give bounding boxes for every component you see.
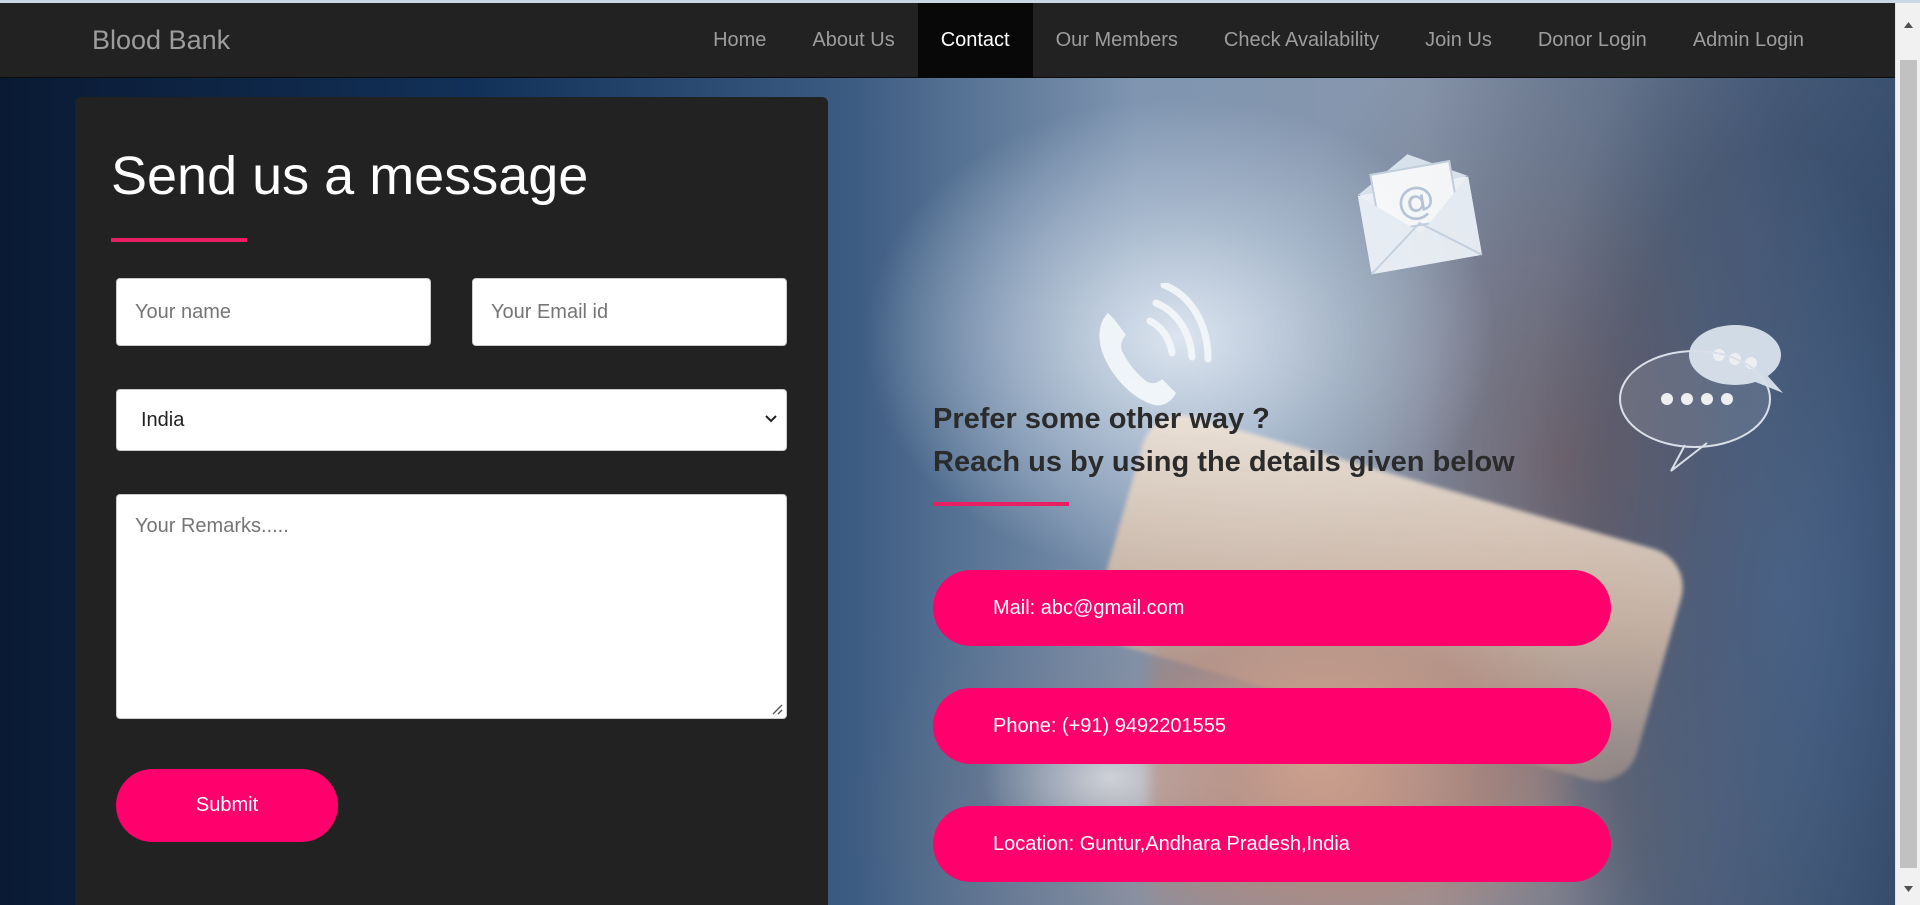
nav-link-check-availability[interactable]: Check Availability: [1201, 3, 1402, 78]
nav-item-about-us: About Us: [789, 3, 917, 78]
page: @ Blood Bank Home About Us Contact Our M…: [0, 0, 1920, 905]
nav-link-home[interactable]: Home: [690, 3, 789, 78]
location-info-pill: Location: Guntur,Andhara Pradesh,India: [933, 806, 1611, 882]
email-at-icon: @: [1357, 154, 1483, 275]
resize-grip-icon[interactable]: [771, 703, 783, 715]
name-input[interactable]: [116, 278, 431, 346]
contact-form-panel: Send us a message India Submit: [75, 97, 828, 905]
scrollbar-thumb[interactable]: [1900, 60, 1917, 868]
nav-link-contact[interactable]: Contact: [917, 3, 1033, 78]
nav-item-check-availability: Check Availability: [1201, 3, 1402, 78]
country-select-value: India: [141, 409, 185, 431]
email-input[interactable]: [472, 278, 787, 346]
scroll-down-arrow-icon[interactable]: [1903, 885, 1914, 893]
nav-link-our-members[interactable]: Our Members: [1033, 3, 1201, 78]
country-select[interactable]: India: [116, 389, 787, 451]
contact-heading-line1: Prefer some other way ?: [933, 403, 1270, 435]
chat-bubbles-icon: [1619, 325, 1783, 472]
nav-link-join-us[interactable]: Join Us: [1402, 3, 1515, 78]
nav-item-home: Home: [690, 3, 789, 78]
nav-links: Home About Us Contact Our Members Check …: [690, 3, 1827, 78]
navbar: Blood Bank Home About Us Contact Our Mem…: [0, 3, 1895, 78]
nav-item-join-us: Join Us: [1402, 3, 1515, 78]
scroll-up-arrow-icon[interactable]: [1903, 21, 1914, 29]
nav-item-admin-login: Admin Login: [1670, 3, 1827, 78]
nav-link-donor-login[interactable]: Donor Login: [1515, 3, 1670, 78]
contact-heading-underline: [933, 502, 1069, 506]
nav-link-about-us[interactable]: About Us: [789, 3, 917, 78]
contact-heading: Prefer some other way ? Reach us by usin…: [933, 398, 1515, 484]
nav-item-our-members: Our Members: [1033, 3, 1201, 78]
nav-item-contact: Contact: [917, 3, 1033, 78]
form-title: Send us a message: [111, 146, 589, 206]
phone-info-pill: Phone: (+91) 9492201555: [933, 688, 1611, 764]
nav-item-donor-login: Donor Login: [1515, 3, 1670, 78]
svg-text:@: @: [1393, 176, 1438, 226]
mail-info-pill: Mail: abc@gmail.com: [933, 570, 1611, 646]
vertical-scrollbar[interactable]: [1895, 3, 1920, 905]
chevron-down-icon: [765, 415, 777, 423]
brand-link[interactable]: Blood Bank: [92, 3, 230, 78]
submit-button[interactable]: Submit: [116, 769, 338, 842]
contact-heading-line2: Reach us by using the details given belo…: [933, 446, 1515, 478]
remarks-textarea[interactable]: [116, 494, 787, 719]
form-title-underline: [111, 238, 247, 242]
nav-link-admin-login[interactable]: Admin Login: [1670, 3, 1827, 78]
